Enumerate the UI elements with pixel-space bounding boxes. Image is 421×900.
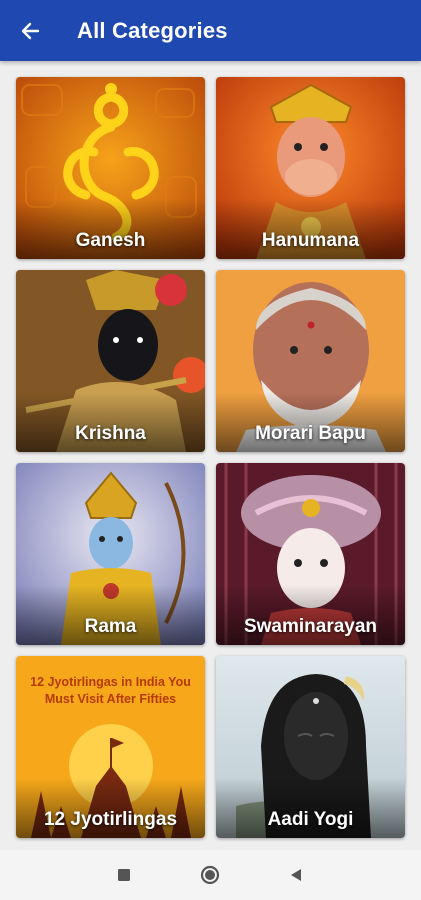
category-label: Krishna bbox=[75, 423, 146, 444]
category-card-12-jyotirlingas[interactable]: 12 Jyotirlingas in India You Must Visit … bbox=[16, 656, 205, 838]
category-label: Morari Bapu bbox=[255, 423, 366, 444]
category-card-swaminarayan[interactable]: Swaminarayan bbox=[216, 463, 405, 645]
category-label: Aadi Yogi bbox=[267, 809, 354, 830]
page-title: All Categories bbox=[77, 17, 228, 43]
home-circle-icon[interactable] bbox=[200, 865, 220, 885]
recents-square-icon[interactable] bbox=[114, 865, 134, 885]
back-button[interactable] bbox=[15, 16, 45, 46]
category-card-aadi-yogi[interactable]: Aadi Yogi bbox=[216, 656, 405, 838]
arrow-left-icon bbox=[21, 22, 40, 39]
category-label: Hanumana bbox=[261, 230, 360, 251]
category-card-ganesh[interactable]: Ganesh bbox=[16, 77, 205, 259]
category-card-hanumana[interactable]: Hanumana bbox=[216, 77, 405, 259]
category-card-morari-bapu[interactable]: Morari Bapu bbox=[216, 270, 405, 452]
poster-text: 12 Jyotirlingas in India You Must Visit … bbox=[30, 675, 191, 706]
category-grid: Ganesh Hanumana Krishna Morari Bapu Rama… bbox=[16, 77, 405, 838]
category-label: Rama bbox=[84, 616, 137, 637]
app-bar: All Categories bbox=[0, 0, 421, 61]
back-triangle-icon[interactable] bbox=[286, 865, 306, 885]
category-card-krishna[interactable]: Krishna bbox=[16, 270, 205, 452]
system-nav-bar bbox=[0, 850, 421, 900]
category-label: 12 Jyotirlingas bbox=[43, 809, 178, 830]
category-card-rama[interactable]: Rama bbox=[16, 463, 205, 645]
category-label: Swaminarayan bbox=[243, 616, 378, 637]
category-label: Ganesh bbox=[75, 230, 146, 251]
